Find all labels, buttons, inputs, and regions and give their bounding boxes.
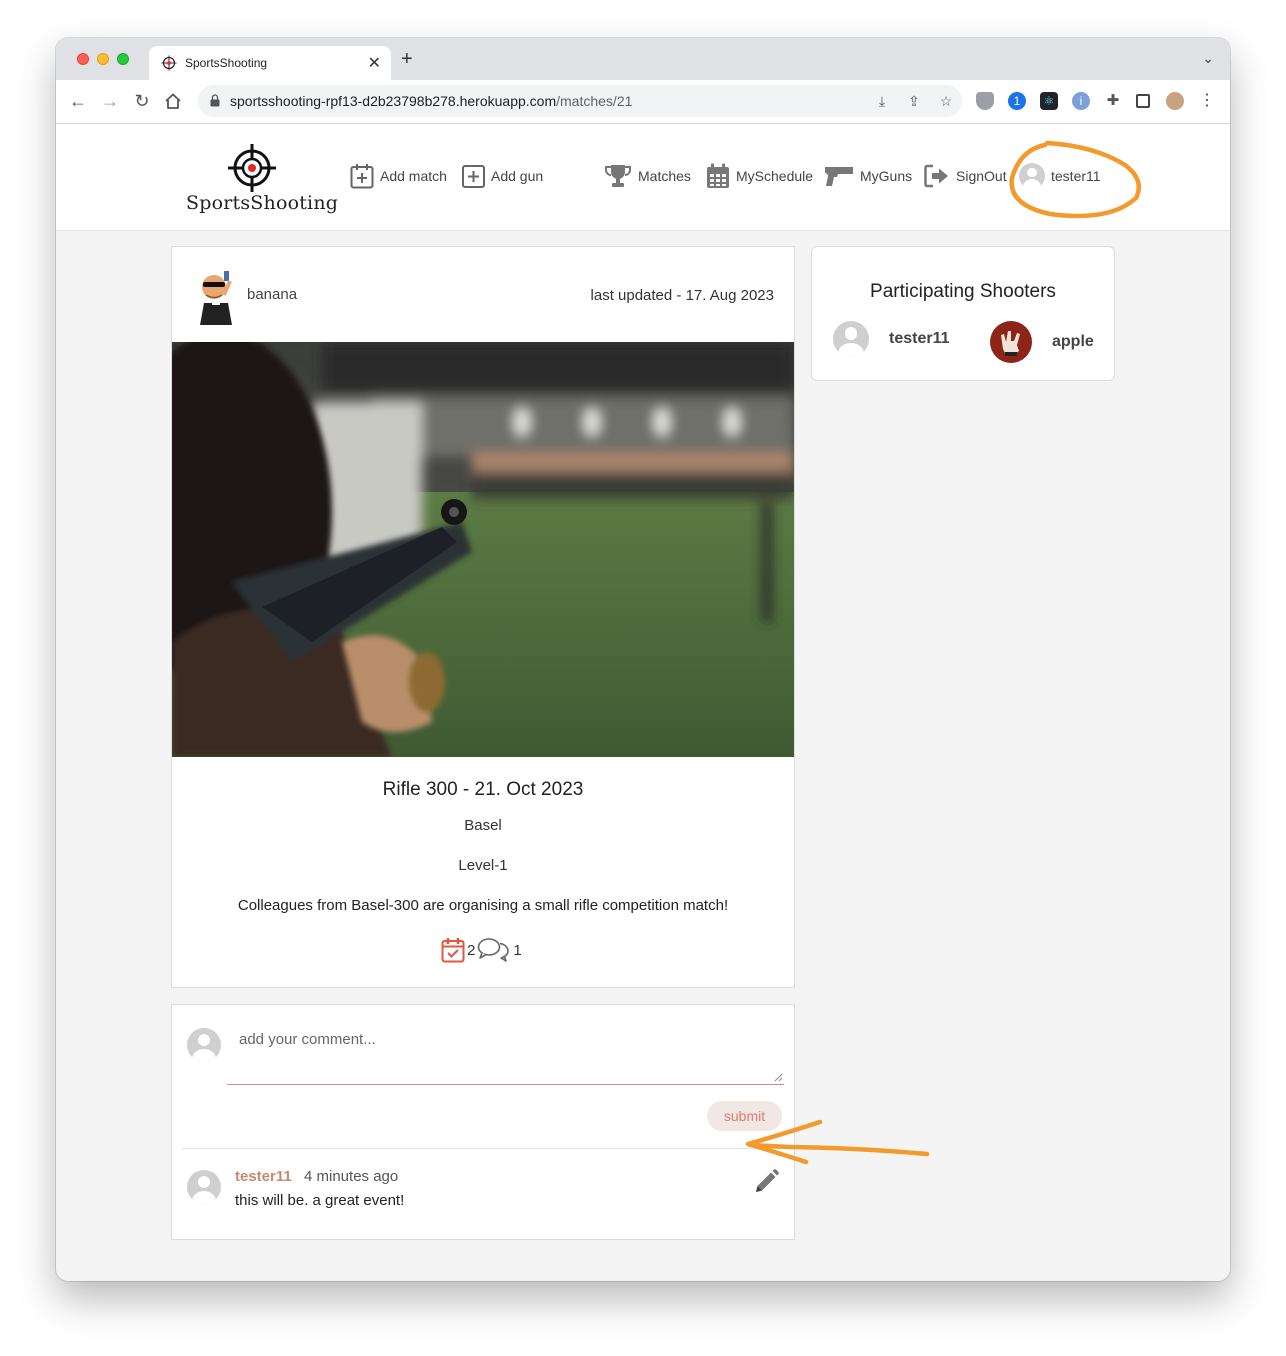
match-photo	[172, 342, 794, 757]
submit-button[interactable]: submit	[707, 1101, 782, 1131]
url-host: sportsshooting-rpf13-d2b23798b278.heroku…	[230, 93, 557, 109]
nav-add-gun-label: Add gun	[491, 168, 544, 184]
back-icon[interactable]: ←	[66, 89, 90, 113]
nav-add-gun[interactable]: Add gun	[462, 162, 543, 190]
url-text[interactable]: sportsshooting-rpf13-d2b23798b278.heroku…	[230, 93, 632, 109]
logo-text[interactable]: SportsShooting	[186, 192, 338, 214]
match-level: Level-1	[458, 857, 508, 874]
participant-avatar	[833, 321, 869, 357]
password-extension-icon[interactable]: 1	[1008, 92, 1026, 110]
comments-count: 1	[513, 941, 522, 959]
trophy-icon	[605, 165, 631, 187]
participant-apple[interactable]: apple	[990, 321, 1094, 363]
comments-card: submit tester11 4 minutes ago this will …	[171, 1004, 795, 1240]
reload-icon[interactable]: ↻	[130, 89, 154, 113]
comments-icon[interactable]	[477, 937, 511, 963]
nav-my-schedule[interactable]: MySchedule	[706, 162, 813, 190]
participant-name: apple	[1052, 333, 1094, 350]
close-window-button[interactable]	[77, 53, 89, 65]
match-card: banana last updated - 17. Aug 2023 Rifle…	[171, 246, 795, 988]
extensions-puzzle-icon[interactable]: ✚	[1104, 92, 1122, 110]
install-app-icon[interactable]: ⤓	[874, 93, 890, 109]
match-location: Basel	[464, 817, 502, 834]
tab-title: SportsShooting	[185, 56, 268, 70]
new-tab-icon[interactable]: +	[401, 48, 413, 71]
maximize-window-button[interactable]	[117, 53, 129, 65]
participants-card: Participating Shooters tester11 apple	[811, 246, 1115, 381]
user-avatar	[1019, 163, 1045, 189]
react-devtools-icon[interactable]: ⚛	[1040, 92, 1058, 110]
participants-title: Participating Shooters	[870, 281, 1056, 302]
comment-input[interactable]	[227, 1019, 784, 1085]
extension-circle-icon[interactable]: i	[1072, 92, 1090, 110]
tab-list-chevron-icon[interactable]: ⌄	[1202, 50, 1214, 67]
nav-my-guns-label: MyGuns	[860, 168, 913, 184]
square-plus-icon	[462, 164, 485, 188]
participant-apple-avatar	[990, 321, 1032, 363]
current-user-avatar	[187, 1028, 221, 1062]
nav-sign-out[interactable]: SignOut	[924, 162, 1007, 190]
comment-author-avatar	[187, 1170, 221, 1204]
nav-matches-label: Matches	[638, 168, 691, 184]
target-favicon-icon	[161, 55, 177, 71]
nav-add-match[interactable]: Add match	[350, 162, 447, 190]
calendar-plus-icon	[350, 164, 374, 189]
browser-toolbar: ← → ↻ sportsshooting-rpf13-d2b23798b278.…	[56, 80, 1230, 124]
nav-user-profile[interactable]: tester11	[1019, 162, 1101, 190]
author-avatar[interactable]	[194, 265, 238, 325]
target-logo-icon[interactable]	[228, 144, 276, 192]
last-updated: last updated - 17. Aug 2023	[590, 287, 774, 304]
calendar-check-icon[interactable]	[441, 937, 465, 963]
minimize-window-button[interactable]	[97, 53, 109, 65]
share-icon[interactable]: ⇪	[906, 93, 922, 109]
nav-my-guns[interactable]: MyGuns	[824, 162, 912, 190]
nav-sign-out-label: SignOut	[956, 168, 1007, 184]
comment-text: this will be. a great event!	[235, 1192, 405, 1209]
side-panel-icon[interactable]	[1136, 94, 1150, 108]
nav-add-match-label: Add match	[380, 168, 447, 184]
address-bar[interactable]: sportsshooting-rpf13-d2b23798b278.heroku…	[198, 85, 962, 117]
forward-icon[interactable]: →	[98, 89, 122, 113]
lock-icon	[210, 94, 220, 107]
browser-tab[interactable]: SportsShooting ✕	[149, 46, 391, 80]
divider	[182, 1148, 784, 1149]
bookmark-star-icon[interactable]: ☆	[938, 93, 954, 109]
tab-close-icon[interactable]: ✕	[368, 53, 381, 73]
comment-time: 4 minutes ago	[304, 1168, 399, 1185]
match-title: Rifle 300 - 21. Oct 2023	[382, 779, 584, 800]
browser-menu-icon[interactable]: ⋮	[1198, 92, 1216, 110]
participant-tester11[interactable]: tester11	[833, 321, 950, 357]
nav-matches[interactable]: Matches	[604, 162, 691, 190]
calendar-icon	[707, 163, 729, 188]
site-header: SportsShooting Add match Add gun Matches…	[56, 124, 1230, 231]
resize-grip-icon[interactable]	[774, 1073, 783, 1082]
tab-bar: SportsShooting ✕ + ⌄	[56, 38, 1230, 80]
nav-user-label: tester11	[1051, 168, 1101, 184]
author-name[interactable]: banana	[247, 286, 297, 303]
edit-pencil-icon[interactable]	[752, 1168, 780, 1196]
browser-window: SportsShooting ✕ + ⌄ ← → ↻ sportsshootin…	[56, 38, 1230, 1281]
participants-count: 2	[467, 941, 476, 959]
sign-out-icon	[924, 164, 948, 188]
nav-my-schedule-label: MySchedule	[736, 168, 814, 184]
match-stats: 2 1	[441, 937, 522, 963]
url-path: /matches/21	[556, 93, 633, 109]
comment-author[interactable]: tester11	[235, 1168, 292, 1185]
pistol-icon	[825, 167, 853, 186]
match-description: Colleagues from Basel-300 are organising…	[237, 897, 729, 914]
participant-name: tester11	[889, 330, 950, 347]
profile-avatar-icon[interactable]	[1166, 92, 1184, 110]
home-icon[interactable]	[164, 92, 182, 110]
shield-extension-icon[interactable]	[976, 92, 994, 110]
